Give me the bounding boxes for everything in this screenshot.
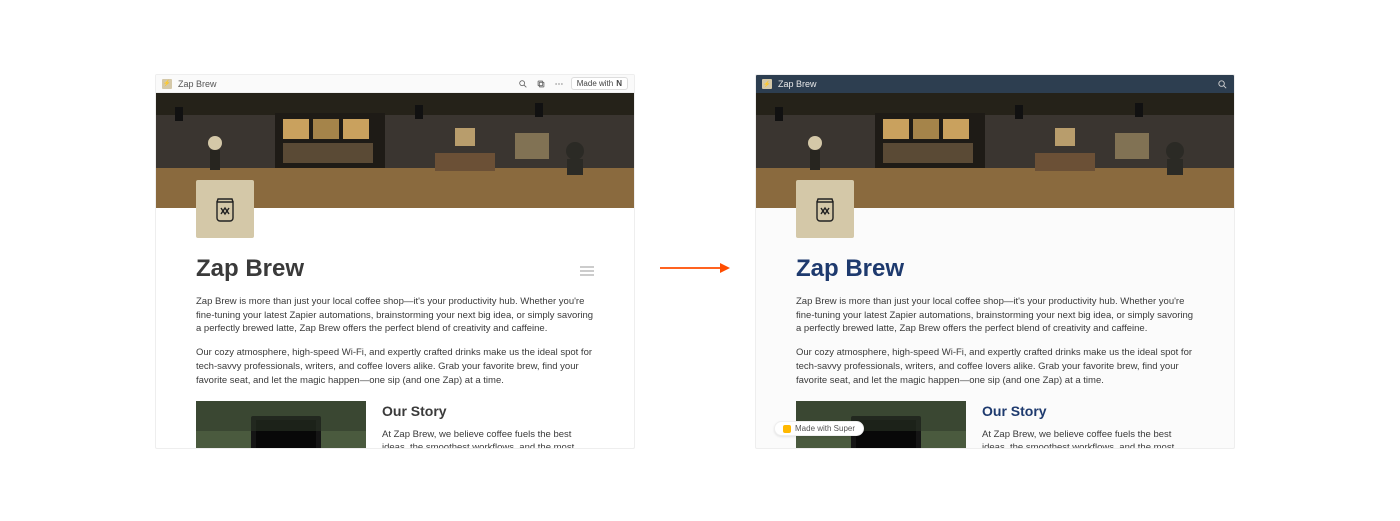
page-icon (796, 180, 854, 238)
cover-image (156, 93, 634, 208)
made-with-super-badge[interactable]: Made with Super (774, 421, 864, 436)
toc-icon[interactable] (580, 266, 594, 281)
breadcrumb[interactable]: Zap Brew (778, 79, 817, 89)
copy-icon[interactable] (535, 78, 547, 90)
page-title: Zap Brew (796, 252, 1194, 287)
breadcrumb[interactable]: Zap Brew (178, 79, 217, 89)
super-topbar: ⚡ Zap Brew (756, 75, 1234, 93)
page-content: Zap Brew Zap Brew is more than just your… (156, 208, 634, 449)
story-heading: Our Story (982, 401, 1194, 421)
transform-arrow (660, 260, 730, 281)
notion-topbar: ⚡ Zap Brew Made with N (156, 75, 634, 93)
story-heading: Our Story (382, 401, 594, 421)
super-badge-label: Made with Super (795, 424, 855, 433)
page-title: Zap Brew (196, 252, 572, 287)
page-icon-mini: ⚡ (762, 79, 772, 89)
cover-image (756, 93, 1234, 208)
page-content: Zap Brew Zap Brew is more than just your… (756, 208, 1234, 449)
search-icon[interactable] (517, 78, 529, 90)
intro-paragraph-2: Our cozy atmosphere, high-speed Wi-Fi, a… (196, 346, 594, 387)
more-icon[interactable] (553, 78, 565, 90)
super-logo-icon (783, 425, 791, 433)
story-image (196, 401, 366, 449)
intro-paragraph-1: Zap Brew is more than just your local co… (196, 295, 594, 336)
intro-paragraph-1: Zap Brew is more than just your local co… (796, 295, 1194, 336)
notion-preview-panel: ⚡ Zap Brew Made with N (155, 74, 635, 449)
super-preview-panel: ⚡ Zap Brew (755, 74, 1235, 449)
page-icon-mini: ⚡ (162, 79, 172, 89)
made-with-label: Made with (577, 79, 613, 88)
page-icon (196, 180, 254, 238)
story-paragraph-1: At Zap Brew, we believe coffee fuels the… (982, 428, 1194, 449)
made-with-notion-chip[interactable]: Made with N (571, 77, 628, 90)
search-icon[interactable] (1216, 78, 1228, 90)
notion-logo-icon: N (616, 79, 622, 88)
intro-paragraph-2: Our cozy atmosphere, high-speed Wi-Fi, a… (796, 346, 1194, 387)
story-paragraph-1: At Zap Brew, we believe coffee fuels the… (382, 428, 594, 449)
